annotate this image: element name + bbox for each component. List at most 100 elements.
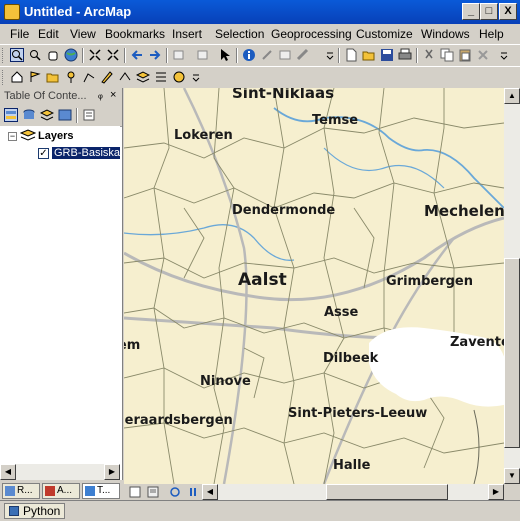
pin-icon[interactable]: ᵩ [98,89,103,101]
back-arrow-icon[interactable] [130,48,144,62]
pin-icon[interactable] [64,70,78,84]
clear-selection-icon[interactable] [196,48,210,62]
data-view-icon[interactable] [128,485,142,499]
circle-target-icon[interactable] [172,70,186,84]
full-extent-globe-icon[interactable] [64,48,78,62]
cut-scissors-icon[interactable] [422,48,436,62]
toc-icon [85,486,95,496]
pause-drawing-icon[interactable] [186,485,200,499]
forward-arrow-icon[interactable] [148,48,162,62]
folder-icon[interactable] [46,70,60,84]
hyperlink-icon[interactable] [260,48,274,62]
zoom-in-icon[interactable] [10,48,24,62]
menu-edit[interactable]: Edit [38,27,59,41]
menu-view[interactable]: View [70,27,96,41]
drawing-toolbar [0,66,520,88]
list-by-visibility-icon[interactable] [39,108,55,122]
home-icon[interactable] [10,70,24,84]
map-horizontal-scrollbar[interactable]: ◀ ▶ [202,484,504,500]
toc-close-button[interactable]: × [110,89,116,101]
save-icon[interactable] [380,48,394,62]
zoom-out-icon[interactable] [28,48,42,62]
city-label: Lokeren [174,128,233,143]
toc-tree: − Layers ✓ GRB-Basiskaa [0,126,120,464]
layers-root-label: Layers [38,130,74,142]
city-label: Dilbeek [323,351,379,366]
toc-title: Table Of Conte... [4,90,87,102]
tab-arctoolbox[interactable]: A... [42,483,80,499]
toolbar-separator [124,48,126,63]
identify-icon[interactable] [242,48,256,62]
scroll-right-icon[interactable]: ▶ [488,484,504,500]
map-bottom-bar: ◀ ▶ [124,484,520,500]
scroll-left-icon[interactable]: ◀ [202,484,218,500]
python-tab[interactable]: Python [4,503,66,519]
node-edit-icon[interactable] [118,70,132,84]
scroll-down-icon[interactable]: ▼ [504,468,520,484]
close-window-button[interactable]: X [499,3,517,20]
list-by-drawing-order-icon[interactable] [4,108,18,122]
layer-stack-icon[interactable] [135,70,151,84]
city-label: Grimbergen [386,274,473,289]
city-label: Ninove [200,374,251,389]
refresh-icon[interactable] [168,485,182,499]
fixed-zoom-out-icon[interactable] [106,48,120,62]
tab-label: A... [57,485,73,496]
city-label: Dendermonde [232,203,336,218]
paste-icon[interactable] [458,48,472,62]
tab-table-of-contents[interactable]: T... [82,483,120,499]
measure-icon[interactable] [296,48,310,62]
toolbar-separator [76,108,78,123]
python-window-bar: Python [0,500,520,521]
options-icon[interactable] [82,108,96,122]
menu-customize[interactable]: Customize [356,27,413,41]
city-label: Zottegem [124,338,141,353]
toc-horizontal-scrollbar[interactable]: ◀ ▶ [0,464,120,480]
edit-pencil-icon[interactable] [100,70,114,84]
scroll-right-icon[interactable]: ▶ [104,464,120,480]
select-elements-arrow-icon[interactable] [218,48,232,62]
tab-label: T... [97,485,111,496]
flag-icon[interactable] [28,70,42,84]
menu-selection[interactable]: Selection [215,27,264,41]
minimize-button[interactable]: _ [462,3,480,20]
city-label: Temse [312,113,359,128]
layer-name-grb-basiskaart[interactable]: GRB-Basiskaa [52,147,120,159]
vertical-scroll-thumb[interactable] [504,258,520,448]
scroll-left-icon[interactable]: ◀ [0,464,16,480]
menu-windows[interactable]: Windows [421,27,470,41]
maximize-button[interactable]: □ [480,3,498,20]
fixed-zoom-in-icon[interactable] [88,48,102,62]
horizontal-scroll-thumb[interactable] [326,484,448,500]
scroll-up-icon[interactable]: ▲ [504,88,520,104]
new-document-icon[interactable] [344,48,358,62]
pan-hand-icon[interactable] [46,48,60,62]
select-features-icon[interactable] [172,48,186,62]
menu-help[interactable]: Help [479,27,504,41]
menu-bookmarks[interactable]: Bookmarks [105,27,165,41]
route-icon[interactable] [82,70,96,84]
layout-view-icon[interactable] [146,485,160,499]
menu-file[interactable]: File [10,27,29,41]
map-vertical-scrollbar[interactable]: ▲ ▼ [504,88,520,484]
python-tab-label: Python [23,504,61,518]
list-by-source-icon[interactable] [22,108,36,122]
menu-geoprocessing[interactable]: Geoprocessing [271,27,352,41]
toolbar-overflow-icon[interactable] [192,70,206,84]
city-label: Halle [333,458,371,473]
list-by-selection-icon[interactable] [58,108,72,122]
toolbar-separator [236,48,238,63]
tab-results[interactable]: R... [2,483,40,499]
list-icon[interactable] [154,70,168,84]
delete-x-icon[interactable] [476,48,490,62]
menu-insert[interactable]: Insert [172,27,202,41]
open-folder-icon[interactable] [362,48,376,62]
layer-visibility-checkbox[interactable]: ✓ [38,148,49,159]
print-icon[interactable] [398,48,412,62]
toolbar-overflow-icon[interactable] [500,48,514,62]
map-view[interactable]: Sint-Niklaas Temse Lokeren Dendermonde M… [124,88,504,484]
copy-icon[interactable] [440,48,454,62]
html-popup-icon[interactable] [278,48,292,62]
layers-collapse-toggle[interactable]: − [8,132,17,141]
city-label: Asse [324,305,359,320]
